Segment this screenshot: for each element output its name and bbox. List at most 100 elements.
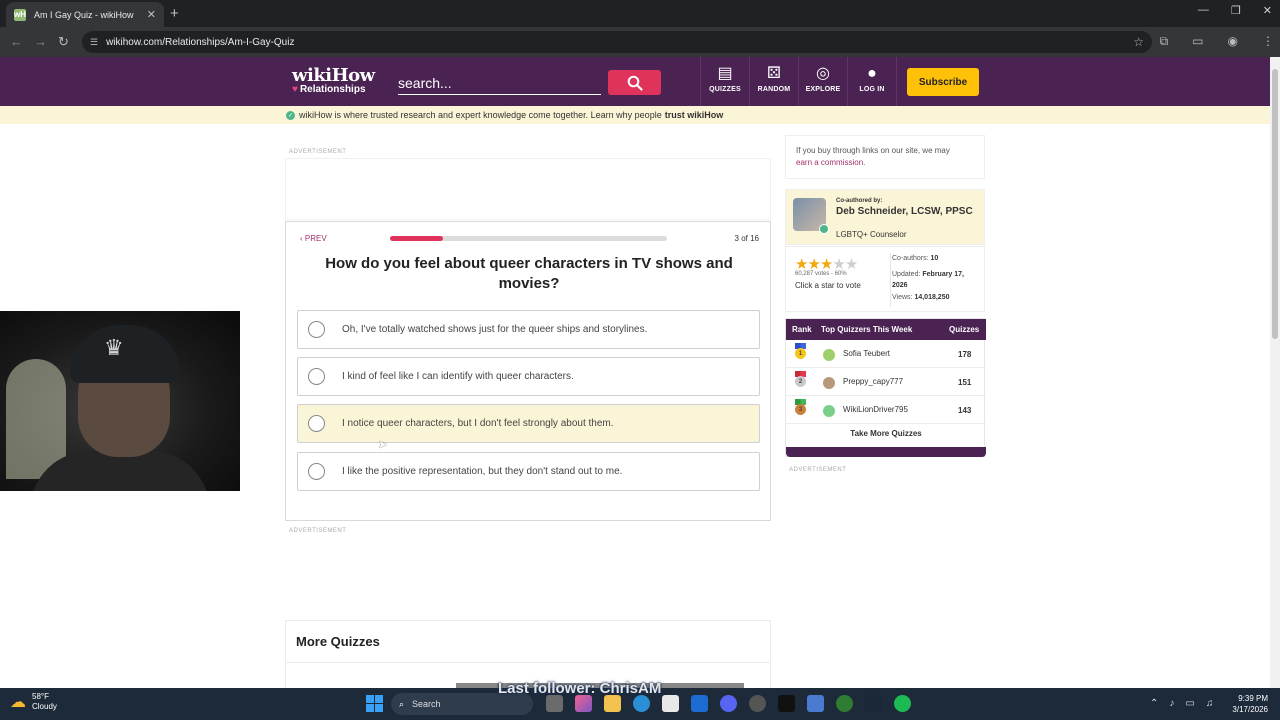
- logo-category: Relationships: [299, 84, 366, 95]
- commission-notice: If you buy through links on our site, we…: [785, 135, 985, 179]
- copilot-icon[interactable]: [575, 695, 592, 712]
- commission-link[interactable]: earn a commission.: [796, 158, 865, 167]
- windows-start-icon[interactable]: [366, 695, 383, 712]
- nav-random-label: RANDOM: [757, 86, 791, 93]
- coauthored-label: Co-authored by:: [836, 198, 883, 204]
- radio-button[interactable]: [308, 415, 325, 432]
- ad-label: ADVERTISEMENT: [289, 149, 347, 155]
- check-icon: ✓: [286, 110, 295, 120]
- weather-widget[interactable]: ☁ 58°F Cloudy: [10, 692, 57, 712]
- steam-icon[interactable]: [865, 695, 882, 712]
- leaderboard: Rank Top Quizzers This Week Quizzes 1 So…: [785, 318, 986, 457]
- obs-icon[interactable]: [749, 695, 766, 712]
- person-cap: [70, 325, 180, 383]
- quiz-progress-fill: [390, 236, 443, 241]
- weather-cloud-icon: ☁: [10, 694, 26, 711]
- rank-number: 1: [795, 348, 806, 359]
- extensions-icon[interactable]: ⧉: [1160, 34, 1169, 49]
- nav-random[interactable]: ⚄ RANDOM: [750, 62, 798, 93]
- task-view-icon[interactable]: [546, 695, 563, 712]
- trust-banner-content: ✓ wikiHow is where trusted research and …: [286, 110, 723, 120]
- leaderboard-row[interactable]: 2 Preppy_capy777 151: [786, 368, 986, 396]
- radio-button[interactable]: [308, 368, 325, 385]
- outlook-icon[interactable]: [691, 695, 708, 712]
- close-tab-icon[interactable]: ✕: [147, 8, 156, 21]
- nav-explore[interactable]: ◎ EXPLORE: [799, 62, 847, 93]
- wikihow-favicon-icon: wH: [14, 8, 26, 21]
- chevron-up-icon[interactable]: ⌃: [1150, 698, 1158, 709]
- dice-icon: ⚄: [767, 65, 781, 82]
- taskbar-search-label: Search: [412, 699, 441, 709]
- back-icon[interactable]: ←: [10, 34, 23, 49]
- site-info-icon[interactable]: ☰: [90, 37, 98, 48]
- store-icon[interactable]: [662, 695, 679, 712]
- ad-label: ADVERTISEMENT: [289, 528, 347, 534]
- tiktok-icon[interactable]: [778, 695, 795, 712]
- subscribe-button[interactable]: Subscribe: [907, 68, 979, 96]
- site-header: wikiHow ♥ Relationships ▤ QUIZZES ⚄ RAND…: [0, 57, 1270, 106]
- reload-icon[interactable]: ↻: [58, 34, 69, 50]
- nav-quizzes-label: QUIZZES: [709, 86, 741, 93]
- author-name[interactable]: Deb Schneider, LCSW, PPSC: [836, 206, 976, 217]
- answer-option[interactable]: I like the positive representation, but …: [297, 452, 760, 491]
- file-explorer-icon[interactable]: [604, 695, 621, 712]
- vote-count: 60,287 votes - 60%: [795, 271, 847, 277]
- spotify-icon[interactable]: [894, 695, 911, 712]
- minimize-icon[interactable]: —: [1198, 4, 1209, 17]
- restore-icon[interactable]: ❐: [1231, 4, 1241, 17]
- discord-icon[interactable]: [720, 695, 737, 712]
- answer-option[interactable]: I notice queer characters, but I don't f…: [297, 404, 760, 443]
- profile-icon[interactable]: ◉: [1228, 34, 1238, 49]
- quiz-question: How do you feel about queer characters i…: [325, 255, 733, 292]
- window-controls: — ❐ ✕: [1198, 4, 1272, 17]
- leaderboard-header: Rank Top Quizzers This Week Quizzes: [786, 319, 986, 340]
- answer-text: I like the positive representation, but …: [342, 466, 623, 477]
- webcam-overlay: ♛: [0, 311, 240, 491]
- views-value: 14,018,250: [914, 294, 950, 301]
- bookmark-star-icon[interactable]: ☆: [1133, 35, 1144, 49]
- radio-button[interactable]: [308, 463, 325, 480]
- speaker-icon[interactable]: ♫: [1206, 698, 1214, 709]
- nav-login-label: LOG IN: [859, 86, 885, 93]
- prev-button[interactable]: ‹ PREV: [300, 234, 327, 243]
- vote-cta: Click a star to vote: [795, 281, 861, 290]
- new-tab-icon[interactable]: +: [170, 5, 179, 22]
- scrollbar-thumb[interactable]: [1272, 69, 1278, 339]
- nav-quizzes[interactable]: ▤ QUIZZES: [701, 62, 749, 93]
- radio-button[interactable]: [308, 321, 325, 338]
- quiz-icon: ▤: [717, 65, 733, 82]
- close-window-icon[interactable]: ✕: [1263, 4, 1272, 17]
- quiz-count: 178: [958, 350, 972, 359]
- question-counter: 3 of 16: [734, 234, 759, 243]
- side-panel-icon[interactable]: ▭: [1192, 34, 1203, 49]
- heart-icon: ♥: [292, 84, 298, 95]
- menu-kebab-icon[interactable]: ⋮: [1262, 34, 1274, 49]
- stats-divider: [890, 253, 891, 307]
- forward-icon[interactable]: →: [34, 34, 47, 49]
- search-input[interactable]: [398, 71, 601, 95]
- answer-option[interactable]: Oh, I've totally watched shows just for …: [297, 310, 760, 349]
- trust-link[interactable]: trust wikiHow: [665, 110, 724, 120]
- leaderboard-footer: [786, 447, 986, 457]
- display-icon[interactable]: ▭: [1185, 698, 1194, 709]
- chrome-icon[interactable]: [836, 695, 853, 712]
- edge-icon[interactable]: [633, 695, 650, 712]
- leaderboard-row[interactable]: 1 Sofia Teubert 178: [786, 340, 986, 368]
- leaderboard-row[interactable]: 3 WikiLionDriver795 143: [786, 396, 986, 424]
- answer-option[interactable]: I kind of feel like I can identify with …: [297, 357, 760, 396]
- app-icon[interactable]: [807, 695, 824, 712]
- browser-tab[interactable]: wH Am I Gay Quiz - wikiHow ✕: [6, 2, 164, 27]
- page-scrollbar[interactable]: [1270, 57, 1280, 688]
- quiz-count: 151: [958, 378, 972, 387]
- address-bar[interactable]: ☰ wikihow.com/Relationships/Am-I-Gay-Qui…: [82, 31, 1152, 53]
- rank-header: Rank: [792, 325, 812, 334]
- search-button[interactable]: [608, 70, 661, 95]
- views-label: Views:: [892, 294, 913, 301]
- taskbar-clock[interactable]: 9:39 PM 3/17/2026: [1232, 693, 1268, 715]
- taskbar-apps: [546, 695, 911, 712]
- take-more-quizzes-link[interactable]: Take More Quizzes: [786, 429, 986, 438]
- wikihow-logo[interactable]: wikiHow ♥ Relationships: [292, 65, 375, 95]
- nav-login[interactable]: ● LOG IN: [848, 62, 896, 93]
- microphone-icon[interactable]: ♪: [1169, 698, 1174, 709]
- mouse-cursor-icon: ➤: [378, 439, 388, 451]
